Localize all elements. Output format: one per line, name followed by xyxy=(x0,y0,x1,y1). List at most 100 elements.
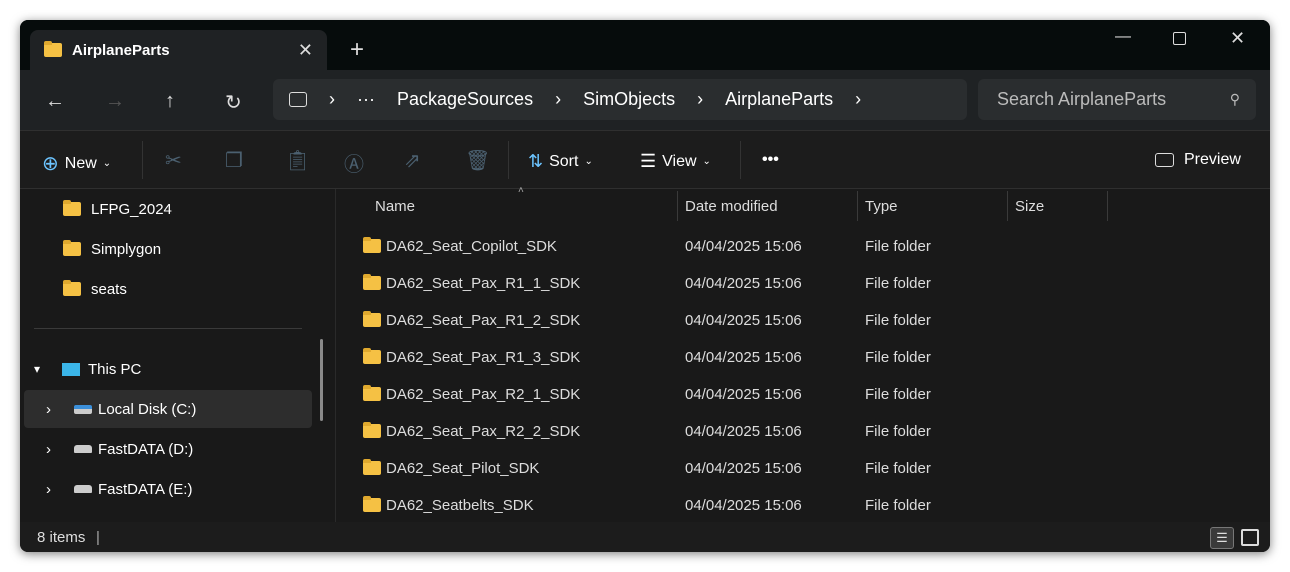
column-header-type[interactable]: Type xyxy=(865,189,898,223)
sidebar-item-this-pc[interactable]: ▾ This PC xyxy=(24,350,312,388)
folder-icon xyxy=(363,422,381,438)
sidebar-scrollbar[interactable] xyxy=(320,339,323,421)
sidebar-item-seats[interactable]: seats xyxy=(24,270,312,308)
file-row[interactable]: DA62_Seat_Pax_R1_2_SDK 04/04/2025 15:06 … xyxy=(336,302,1270,339)
divider xyxy=(34,328,302,329)
file-date: 04/04/2025 15:06 xyxy=(685,275,802,292)
file-name: DA62_Seat_Pax_R2_2_SDK xyxy=(386,423,581,440)
more-breadcrumbs-icon[interactable]: ··· xyxy=(357,89,375,110)
close-window-button[interactable]: ✕ xyxy=(1230,28,1245,49)
sidebar-item-fastdata-d[interactable]: › FastDATA (D:) xyxy=(24,430,312,468)
column-divider[interactable] xyxy=(857,191,858,221)
new-button[interactable]: ⊕ New ⌄ xyxy=(42,151,111,176)
column-divider[interactable] xyxy=(677,191,678,221)
address-bar[interactable]: › ··· PackageSources › SimObjects › Airp… xyxy=(273,79,967,120)
chevron-down-icon: ⌄ xyxy=(702,156,711,167)
computer-icon xyxy=(289,92,307,107)
chevron-right-icon[interactable]: › xyxy=(855,89,861,110)
file-date: 04/04/2025 15:06 xyxy=(685,386,802,403)
file-list: Name ˄ Date modified Type Size DA62_Seat… xyxy=(336,185,1270,524)
search-icon: ⚲ xyxy=(1229,91,1240,107)
new-tab-button[interactable]: + xyxy=(350,36,364,64)
sidebar-item-label: This PC xyxy=(88,360,142,378)
status-bar: 8 items | ☰ xyxy=(20,522,1270,552)
file-row[interactable]: DA62_Seat_Pilot_SDK 04/04/2025 15:06 Fil… xyxy=(336,450,1270,487)
paste-button[interactable]: 📋︎ xyxy=(285,148,310,173)
sidebar-item-fastdata-e[interactable]: › FastDATA (E:) xyxy=(24,470,312,508)
up-button[interactable]: ↑ xyxy=(165,90,175,113)
chevron-right-icon[interactable]: › xyxy=(46,481,74,498)
rename-button[interactable]: Ⓐ xyxy=(344,148,364,177)
file-row[interactable]: DA62_Seat_Pax_R2_1_SDK 04/04/2025 15:06 … xyxy=(336,376,1270,413)
file-name: DA62_Seat_Pax_R2_1_SDK xyxy=(386,386,581,403)
share-button[interactable]: ⇗ xyxy=(404,148,421,173)
file-row[interactable]: DA62_Seat_Pax_R1_1_SDK 04/04/2025 15:06 … xyxy=(336,265,1270,302)
file-row[interactable]: DA62_Seat_Pax_R2_2_SDK 04/04/2025 15:06 … xyxy=(336,413,1270,450)
sidebar-item-label: LFPG_2024 xyxy=(91,200,172,218)
file-row[interactable]: DA62_Seatbelts_SDK 04/04/2025 15:06 File… xyxy=(336,487,1270,524)
copy-button[interactable]: ❐ xyxy=(225,148,243,173)
sort-button[interactable]: ⇅ Sort ⌄ xyxy=(528,151,593,172)
column-header-size[interactable]: Size xyxy=(1015,189,1044,223)
file-name: DA62_Seat_Pax_R1_2_SDK xyxy=(386,312,581,329)
sidebar-item-lfpg-2024[interactable]: LFPG_2024 xyxy=(24,190,312,228)
back-button[interactable]: ← xyxy=(45,90,65,113)
drive-icon xyxy=(74,485,92,493)
item-count: 8 items xyxy=(37,529,86,546)
status-separator: | xyxy=(96,529,100,546)
sort-icon: ⇅ xyxy=(528,151,544,171)
chevron-right-icon: › xyxy=(329,89,335,109)
tab-title: AirplaneParts xyxy=(72,41,170,59)
column-header-date[interactable]: Date modified xyxy=(685,189,778,223)
column-divider[interactable] xyxy=(1007,191,1008,221)
file-type: File folder xyxy=(865,497,931,514)
file-row[interactable]: DA62_Seat_Pax_R1_3_SDK 04/04/2025 15:06 … xyxy=(336,339,1270,376)
view-button[interactable]: ☰ View ⌄ xyxy=(640,151,711,172)
divider xyxy=(142,141,143,179)
search-input[interactable]: Search AirplaneParts ⚲ xyxy=(978,79,1256,120)
sidebar-item-label: seats xyxy=(91,280,127,298)
details-view-button[interactable]: ☰ xyxy=(1210,527,1234,549)
chevron-right-icon: › xyxy=(555,89,562,109)
breadcrumb-item[interactable]: AirplaneParts xyxy=(725,89,833,110)
folder-icon xyxy=(363,311,381,327)
sort-label: Sort xyxy=(549,152,579,170)
chevron-right-icon[interactable]: › xyxy=(46,441,74,458)
refresh-button[interactable]: ↻ xyxy=(225,90,242,115)
column-header-name[interactable]: Name xyxy=(375,189,415,223)
large-icons-view-button[interactable] xyxy=(1241,529,1259,546)
cut-button[interactable]: ✂ xyxy=(165,148,182,173)
folder-icon xyxy=(63,240,81,256)
navigation-pane: LFPG_2024 Simplygon seats ▾ This PC › Loca… xyxy=(20,189,335,522)
preview-button[interactable]: Preview xyxy=(1155,151,1241,169)
file-row[interactable]: DA62_Seat_Copilot_SDK 04/04/2025 15:06 F… xyxy=(336,228,1270,265)
preview-pane-icon xyxy=(1155,153,1174,167)
title-bar: AirplaneParts ✕ + — ✕ xyxy=(20,20,1270,70)
column-divider[interactable] xyxy=(1107,191,1108,221)
plus-circle-icon: ⊕ xyxy=(42,153,59,175)
sidebar-item-simplygon[interactable]: Simplygon xyxy=(24,230,312,268)
breadcrumb-item[interactable]: SimObjects xyxy=(583,89,675,110)
chevron-down-icon[interactable]: ▾ xyxy=(34,362,62,376)
folder-icon xyxy=(63,200,81,216)
file-name: DA62_Seat_Pilot_SDK xyxy=(386,460,540,477)
tab-airplaneparts[interactable]: AirplaneParts ✕ xyxy=(30,30,327,70)
chevron-right-icon: › xyxy=(697,89,704,109)
file-name: DA62_Seat_Pax_R1_1_SDK xyxy=(386,275,581,292)
folder-icon xyxy=(363,385,381,401)
minimize-button[interactable]: — xyxy=(1115,28,1131,46)
file-type: File folder xyxy=(865,423,931,440)
more-options-button[interactable]: ••• xyxy=(762,151,779,169)
forward-button[interactable]: → xyxy=(105,90,125,113)
breadcrumb-item[interactable]: PackageSources xyxy=(397,89,533,110)
delete-button[interactable]: 🗑︎ xyxy=(465,148,490,173)
folder-icon xyxy=(363,237,381,253)
sidebar-item-local-disk-c[interactable]: › Local Disk (C:) xyxy=(24,390,312,428)
chevron-right-icon[interactable]: › xyxy=(46,401,74,418)
maximize-button[interactable] xyxy=(1173,32,1186,45)
folder-icon xyxy=(63,280,81,296)
file-name: DA62_Seat_Copilot_SDK xyxy=(386,238,557,255)
view-label: View xyxy=(662,152,697,170)
close-tab-icon[interactable]: ✕ xyxy=(298,40,313,61)
divider xyxy=(508,141,509,179)
